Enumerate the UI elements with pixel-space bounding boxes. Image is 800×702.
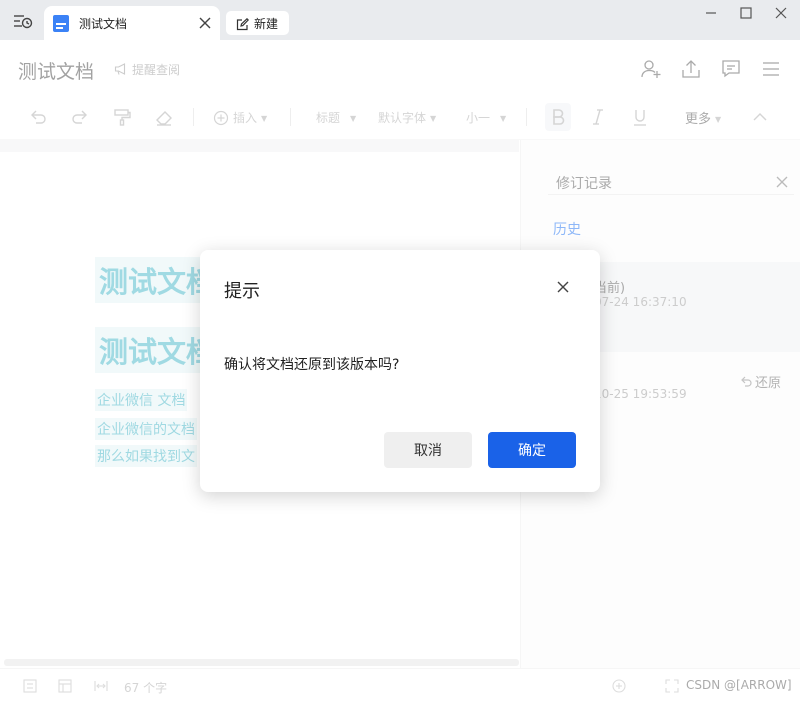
new-tab-label: 新建 <box>254 17 279 31</box>
document-icon <box>53 15 69 32</box>
title-bar: 测试文档 新建 <box>0 0 800 40</box>
tab-title: 测试文档 <box>79 17 128 31</box>
maximize-icon[interactable] <box>737 4 755 22</box>
close-icon[interactable] <box>196 14 214 32</box>
confirm-button[interactable]: 确定 <box>488 432 576 468</box>
dialog-message: 确认将文档还原到该版本吗? <box>224 357 400 373</box>
history-list-icon[interactable] <box>12 12 34 30</box>
window-close-icon[interactable] <box>772 4 790 22</box>
confirm-dialog: 提示 确认将文档还原到该版本吗? 取消 确定 <box>200 250 600 492</box>
close-icon[interactable] <box>554 278 572 296</box>
cancel-button[interactable]: 取消 <box>384 432 472 468</box>
new-tab-button[interactable]: 新建 <box>226 11 289 35</box>
dialog-title: 提示 <box>224 281 260 302</box>
edit-icon <box>236 16 250 31</box>
tab-test-doc[interactable]: 测试文档 <box>44 6 220 40</box>
minimize-icon[interactable] <box>702 4 720 22</box>
